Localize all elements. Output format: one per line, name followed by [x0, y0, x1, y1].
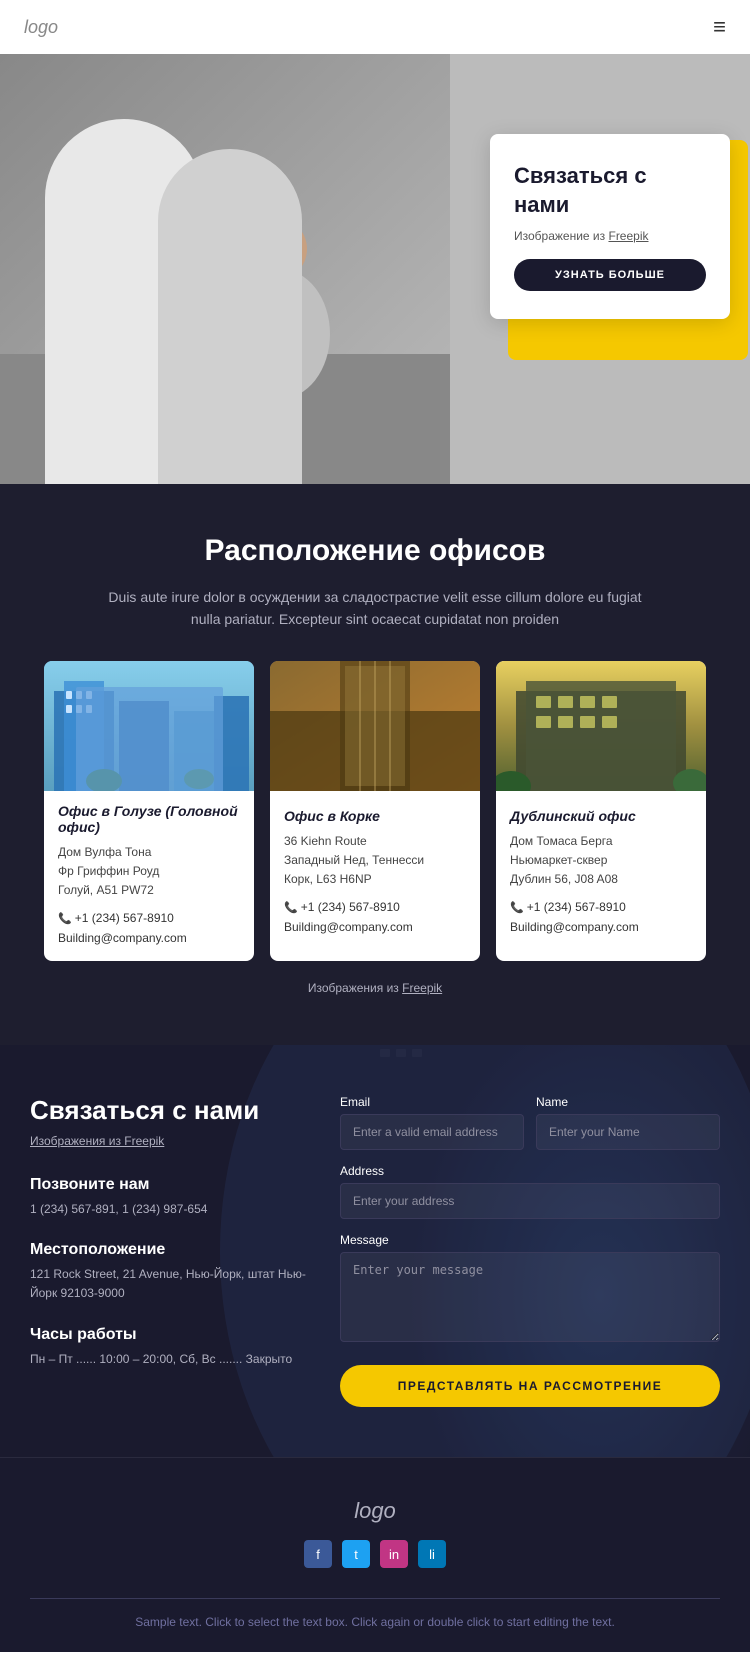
address-input[interactable] — [340, 1183, 720, 1219]
linkedin-icon[interactable]: li — [418, 1540, 446, 1568]
office-2-title: Офис в Корке — [284, 808, 466, 824]
contact-phone-numbers: 1 (234) 567-891, 1 (234) 987-654 — [30, 1200, 310, 1219]
address-label: Address — [340, 1164, 720, 1178]
footer-divider — [30, 1598, 720, 1599]
contact-hours-text: Пн – Пт ...... 10:00 – 20:00, Сб, Вс ...… — [30, 1350, 310, 1369]
contact-hours-title: Часы работы — [30, 1326, 310, 1344]
office-building-svg-1 — [44, 661, 254, 791]
form-name-group: Name — [536, 1095, 720, 1150]
office-3-title: Дублинский офис — [510, 808, 692, 824]
name-input[interactable] — [536, 1114, 720, 1150]
contact-location-address: 121 Rock Street, 21 Avenue, Нью-Йорк, шт… — [30, 1265, 310, 1303]
office-card-2-body: Офис в Корке 36 Kiehn RouteЗападный Нед,… — [270, 796, 480, 934]
contact-left-panel: Связаться с нами Изображения из Freepik … — [30, 1095, 310, 1407]
contact-location-title: Местоположение — [30, 1241, 310, 1259]
message-label: Message — [340, 1233, 720, 1247]
office-1-title: Офис в Голузе (Головной офис) — [58, 803, 240, 835]
offices-attribution: Изображения из Freepik — [30, 981, 720, 995]
office-image-2 — [270, 661, 480, 796]
form-row-2: Address — [340, 1164, 720, 1219]
form-email-group: Email — [340, 1095, 524, 1150]
form-row-3: Message — [340, 1233, 720, 1347]
office-image-1 — [44, 661, 254, 791]
office-card-1: Офис в Голузе (Головной офис) Дом Вулфа … — [44, 661, 254, 961]
footer-logo: logo — [30, 1498, 720, 1524]
office-1-email: Building@company.com — [58, 931, 240, 945]
instagram-icon[interactable]: in — [380, 1540, 408, 1568]
contact-inner: Связаться с нами Изображения из Freepik … — [30, 1095, 720, 1407]
office-2-address: 36 Kiehn RouteЗападный Нед, ТеннессиКорк… — [284, 832, 466, 890]
footer-bottom-text: Sample text. Click to select the text bo… — [30, 1613, 720, 1632]
contact-phone-title: Позвоните нам — [30, 1176, 310, 1194]
header: logo ≡ — [0, 0, 750, 54]
email-label: Email — [340, 1095, 524, 1109]
contact-section: Связаться с нами Изображения из Freepik … — [0, 1045, 750, 1457]
office-3-email: Building@company.com — [510, 920, 692, 934]
office-building-svg-3 — [496, 661, 706, 791]
contact-location-block: Местоположение 121 Rock Street, 21 Avenu… — [30, 1241, 310, 1303]
form-message-group: Message — [340, 1233, 720, 1347]
office-2-phone: +1 (234) 567-8910 — [284, 897, 466, 918]
hero-info-card: Связаться с нами Изображение из Freepik … — [490, 134, 730, 319]
hamburger-menu[interactable]: ≡ — [713, 14, 726, 40]
offices-cards-container: Офис в Голузе (Головной офис) Дом Вулфа … — [30, 661, 720, 961]
facebook-icon[interactable]: f — [304, 1540, 332, 1568]
hero-section: Связаться с нами Изображение из Freepik … — [0, 54, 750, 484]
office-3-phone: +1 (234) 567-8910 — [510, 897, 692, 918]
email-input[interactable] — [340, 1114, 524, 1150]
office-1-phone: +1 (234) 567-8910 — [58, 908, 240, 929]
offices-title: Расположение офисов — [30, 534, 720, 568]
hero-learn-more-button[interactable]: УЗНАТЬ БОЛЬШЕ — [514, 259, 706, 291]
contact-phone-block: Позвоните нам 1 (234) 567-891, 1 (234) 9… — [30, 1176, 310, 1219]
office-3-address: Дом Томаса БергаНьюмаркет-скверДублин 56… — [510, 832, 692, 890]
offices-section: Расположение офисов Duis aute irure dolo… — [0, 484, 750, 1045]
contact-attribution[interactable]: Изображения из Freepik — [30, 1134, 310, 1148]
footer: logo f t in li Sample text. Click to sel… — [0, 1457, 750, 1652]
hero-image — [0, 54, 450, 484]
twitter-icon[interactable]: t — [342, 1540, 370, 1568]
hero-attribution: Изображение из Freepik — [514, 229, 706, 243]
office-card-2: Офис в Корке 36 Kiehn RouteЗападный Нед,… — [270, 661, 480, 961]
office-card-1-body: Офис в Голузе (Головной офис) Дом Вулфа … — [44, 791, 254, 945]
form-row-1: Email Name — [340, 1095, 720, 1150]
name-label: Name — [536, 1095, 720, 1109]
office-image-3 — [496, 661, 706, 796]
offices-description: Duis aute irure dolor в осуждении за сла… — [95, 586, 655, 631]
office-1-address: Дом Вулфа ТонаФр Гриффин РоудГолуй, A51 … — [58, 843, 240, 901]
office-card-3-body: Дублинский офис Дом Томаса БергаНьюмарке… — [496, 796, 706, 934]
hero-svg — [0, 54, 450, 484]
message-input[interactable] — [340, 1252, 720, 1342]
social-icons: f t in li — [30, 1540, 720, 1568]
contact-title: Связаться с нами — [30, 1095, 310, 1126]
logo: logo — [24, 17, 58, 38]
contact-form: Email Name Address Message — [340, 1095, 720, 1407]
office-card-3: Дублинский офис Дом Томаса БергаНьюмарке… — [496, 661, 706, 961]
contact-hours-block: Часы работы Пн – Пт ...... 10:00 – 20:00… — [30, 1326, 310, 1369]
hero-card-title: Связаться с нами — [514, 162, 706, 219]
office-building-svg-2 — [270, 661, 480, 791]
office-2-email: Building@company.com — [284, 920, 466, 934]
submit-button[interactable]: ПРЕДСТАВЛЯТЬ НА РАССМОТРЕНИЕ — [340, 1365, 720, 1407]
form-address-group: Address — [340, 1164, 720, 1219]
